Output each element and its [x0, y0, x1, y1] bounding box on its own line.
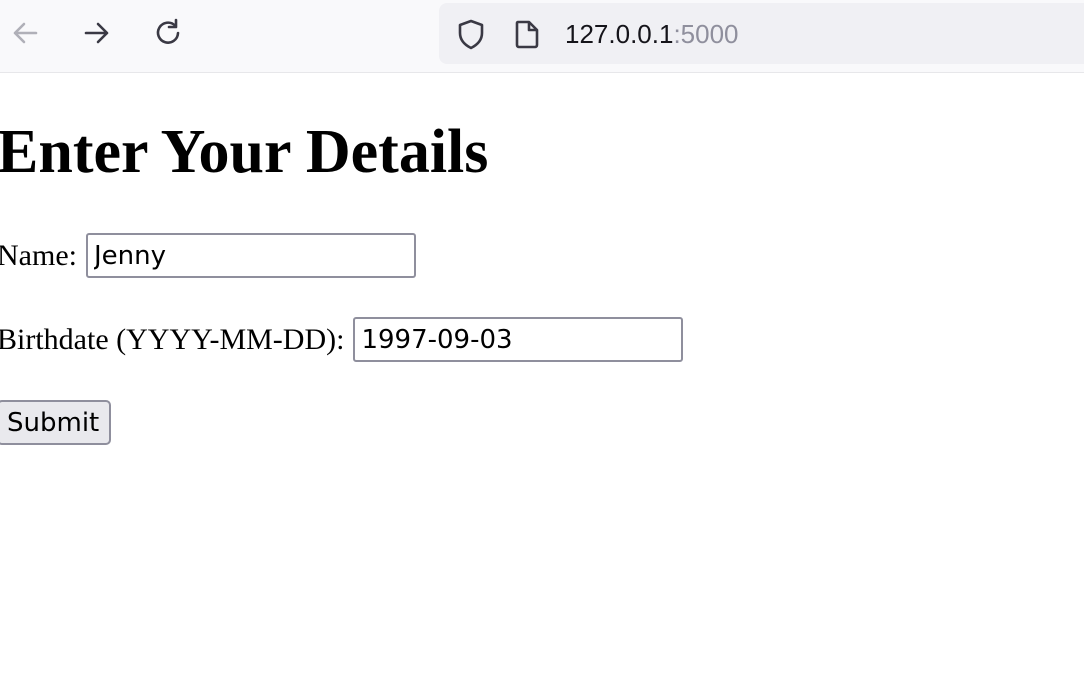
reload-icon	[156, 18, 180, 44]
name-row: Name:	[0, 233, 416, 278]
back-arrow-icon	[13, 22, 38, 44]
submit-button[interactable]: Submit	[0, 400, 112, 445]
shield-icon	[458, 19, 484, 50]
browser-toolbar: 127.0.0.1:5000	[0, 0, 1084, 73]
url-port: :5000	[673, 19, 739, 49]
page-title: Enter Your Details	[0, 118, 489, 186]
reload-button[interactable]	[150, 14, 188, 52]
name-label: Name:	[0, 238, 77, 272]
page-icon	[515, 20, 539, 49]
forward-arrow-icon	[84, 22, 109, 44]
submit-row: Submit	[0, 400, 112, 445]
url-bar[interactable]: 127.0.0.1:5000	[439, 3, 1084, 64]
forward-button[interactable]	[78, 14, 116, 52]
site-info-button[interactable]	[455, 18, 487, 50]
birthdate-row: Birthdate (YYYY-MM-DD):	[0, 317, 684, 362]
url-host: 127.0.0.1	[565, 19, 674, 49]
url-text[interactable]: 127.0.0.1:5000	[565, 18, 739, 50]
back-button[interactable]	[6, 14, 44, 52]
birthdate-label: Birthdate (YYYY-MM-DD):	[0, 322, 345, 356]
birthdate-input[interactable]	[353, 317, 684, 362]
page-info-button[interactable]	[511, 18, 543, 50]
name-input[interactable]	[85, 233, 416, 278]
